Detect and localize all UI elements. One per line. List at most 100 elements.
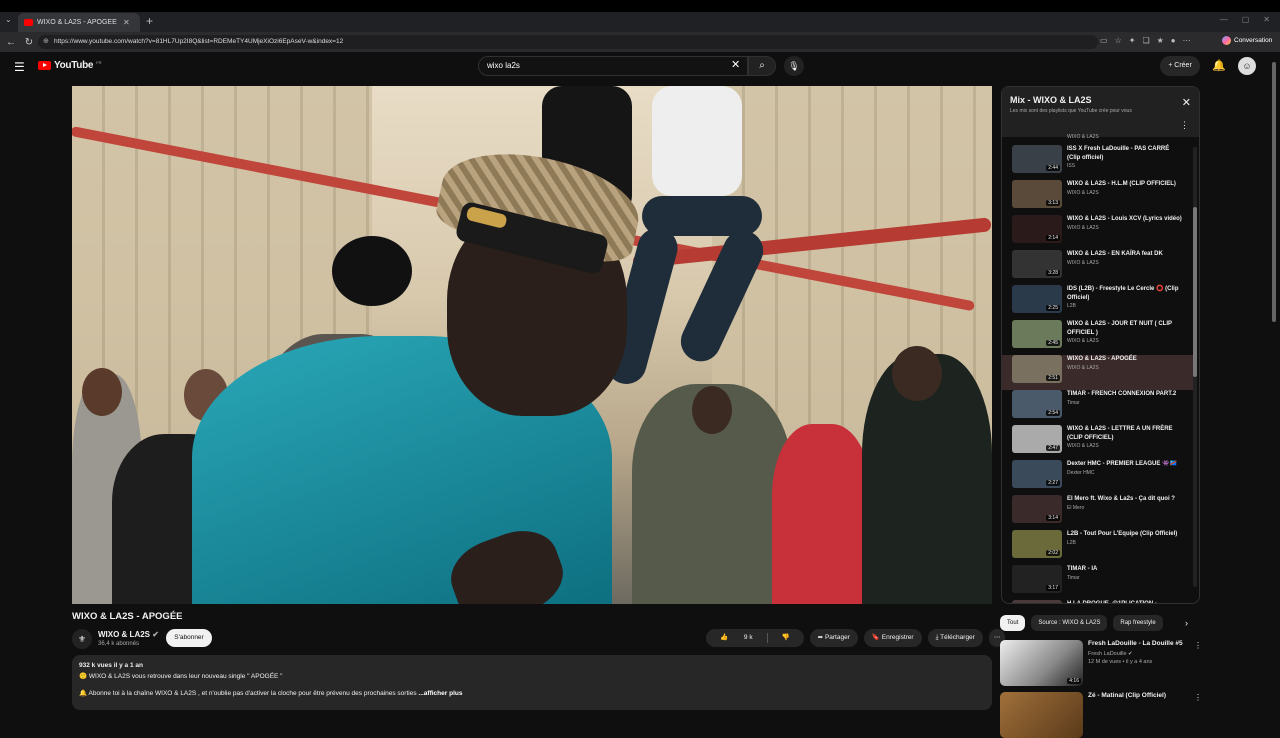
mix-item-thumbnail[interactable]: 2:27 <box>1012 460 1062 488</box>
minimize-icon[interactable]: — <box>1220 15 1228 24</box>
mix-item[interactable]: 3:17 TIMAR - IA Timar <box>1002 565 1194 600</box>
window-close-icon[interactable]: ✕ <box>1263 15 1270 24</box>
extension-icon[interactable]: ✦ <box>1129 36 1136 45</box>
tab-close-icon[interactable]: ✕ <box>123 18 130 27</box>
mix-item-title[interactable]: El Mero ft. Wixo & La2s - Ça dit quoi ? <box>1067 495 1182 504</box>
mix-item[interactable]: 3:13 WIXO & LA2S - H.L.M (CLIP OFFICIEL) W… <box>1002 180 1194 215</box>
filter-chip[interactable]: Source : WIXO & LA2S <box>1031 615 1108 631</box>
filter-chip[interactable]: Rap freestyle <box>1113 615 1163 631</box>
reload-icon[interactable]: ↻ <box>22 37 36 48</box>
filter-chip[interactable]: Tout <box>1000 615 1026 631</box>
mix-item-title[interactable]: WIXO & LA2S - Louis XCV (Lyrics vidéo) <box>1067 215 1182 224</box>
mix-item-title[interactable]: WIXO & LA2S - EN KAÏRA feat DK <box>1067 250 1182 259</box>
recommendation-title[interactable]: Fresh LaDouille - La Douille #5 <box>1088 640 1193 647</box>
subscribe-button[interactable]: S'abonner <box>166 629 212 647</box>
mix-item-title[interactable]: WIXO & LA2S - H.L.M (CLIP OFFICIEL) <box>1067 180 1182 189</box>
url-field[interactable]: ⊕ https://www.youtube.com/watch?v=81HL7U… <box>38 35 1098 49</box>
mix-item[interactable]: 3:14 El Mero ft. Wixo & La2s - Ça dit quo… <box>1002 495 1194 530</box>
like-button[interactable]: 👍 9 k <box>706 629 767 647</box>
mix-more-icon[interactable]: ⋮ <box>1180 120 1189 131</box>
recommendation-thumbnail[interactable]: 4:16 <box>1000 640 1083 686</box>
recommendation-more-icon[interactable]: ⋮ <box>1194 693 1202 702</box>
share-button[interactable]: ➦ Partager <box>809 629 858 647</box>
mix-item[interactable]: 2:14 WIXO & LA2S - Louis XCV (Lyrics vidé… <box>1002 215 1194 250</box>
mix-item-title[interactable]: Dexter HMC - PREMIER LEAGUE 👾🇨🇩 <box>1067 460 1182 469</box>
mix-item[interactable]: H.LA DROGUE, @1PLICATION - <box>1002 600 1194 603</box>
mix-item-title[interactable]: WIXO & LA2S - JOUR ET NUIT ( CLIP OFFICI… <box>1067 320 1182 337</box>
mic-button[interactable]: 🎙 <box>784 56 804 76</box>
mix-item-thumbnail[interactable]: 2:25 <box>1012 285 1062 313</box>
mix-item[interactable]: 3:28 WIXO & LA2S - EN KAÏRA feat DK WIXO &… <box>1002 250 1194 285</box>
mix-item-thumbnail[interactable]: 2:54 <box>1012 390 1062 418</box>
mix-item-thumbnail[interactable]: 3:13 <box>1012 180 1062 208</box>
mix-item-thumbnail[interactable]: 3:17 <box>1012 565 1062 593</box>
save-button[interactable]: 🔖 Enregistrer <box>863 629 922 647</box>
mix-item[interactable]: 2:47 WIXO & LA2S - LETTRE A UN FRÈRE (CLI… <box>1002 425 1194 460</box>
back-icon[interactable]: ← <box>4 37 18 48</box>
mix-item-title[interactable]: ISS X Fresh LaDouille - PAS CARRÉ (Clip … <box>1067 145 1182 162</box>
search-button[interactable]: ⌕ <box>748 56 776 76</box>
lock-icon[interactable]: ⊕ <box>43 35 49 49</box>
recommendation-item[interactable]: Zé - Matinal (Clip Officiel) <box>1000 692 1193 738</box>
mix-item-thumbnail[interactable]: 2:14 <box>1012 215 1062 243</box>
chevron-right-icon[interactable]: › <box>1185 618 1188 628</box>
channel-name[interactable]: WIXO & LA2S ✔ <box>98 630 159 639</box>
bell-icon[interactable]: 🔔 <box>1212 59 1226 72</box>
recommendation-thumbnail[interactable] <box>1000 692 1083 738</box>
reader-icon[interactable]: ▭ <box>1100 36 1108 45</box>
recommendation-item[interactable]: 4:16 Fresh LaDouille - La Douille #5 Fresh… <box>1000 640 1193 686</box>
browser-tab[interactable]: WIXO & LA2S - APOGÉE - You ✕ <box>18 13 140 32</box>
download-button[interactable]: ⤓ Télécharger <box>927 629 983 647</box>
mix-item[interactable]: 2:27 Dexter HMC - PREMIER LEAGUE 👾🇨🇩 Dexte… <box>1002 460 1194 495</box>
dislike-button[interactable]: 👎 <box>768 629 804 647</box>
mix-item-thumbnail[interactable]: 2:44 <box>1012 145 1062 173</box>
avatar[interactable]: ☺ <box>1238 57 1256 75</box>
maximize-icon[interactable]: ▢ <box>1242 15 1250 24</box>
mix-item-thumbnail[interactable]: 2:45 <box>1012 320 1062 348</box>
profile-icon[interactable]: ● <box>1171 36 1176 45</box>
favorite-icon[interactable]: ☆ <box>1115 36 1122 45</box>
recommendation-more-icon[interactable]: ⋮ <box>1194 641 1202 650</box>
conversation-button[interactable]: Conversation <box>1222 36 1272 45</box>
more-icon[interactable]: ⋯ <box>1183 36 1191 45</box>
collections-icon[interactable]: ❏ <box>1142 36 1149 45</box>
show-more-link[interactable]: ...afficher plus <box>418 690 462 697</box>
mix-item-title[interactable]: WIXO & LA2S - APOGÉE <box>1067 355 1182 364</box>
channel-avatar[interactable]: ⚜ <box>72 629 92 649</box>
mix-item-title[interactable]: L2B - Tout Pour L'Equipe (Clip Officiel) <box>1067 530 1182 539</box>
mix-item[interactable]: 2:45 WIXO & LA2S - JOUR ET NUIT ( CLIP OF… <box>1002 320 1194 355</box>
recommendation-title[interactable]: Zé - Matinal (Clip Officiel) <box>1088 692 1193 699</box>
mix-item-title[interactable]: TIMAR - FRENCH CONNEXION PART.2 <box>1067 390 1182 399</box>
thumbs-down-icon: 👎 <box>781 634 790 641</box>
new-tab-icon[interactable]: + <box>146 14 153 28</box>
mix-item[interactable]: 2:44 ISS X Fresh LaDouille - PAS CARRÉ (C… <box>1002 145 1194 180</box>
close-icon[interactable]: ✕ <box>1182 96 1191 109</box>
mix-item-thumbnail[interactable] <box>1012 600 1062 603</box>
mix-item[interactable]: 2:51 WIXO & LA2S - APOGÉE WIXO & LA2S <box>1002 355 1194 390</box>
tab-list-chevron-icon[interactable]: ⌄ <box>5 15 12 24</box>
description-box[interactable]: 932 k vues il y a 1 an 🙂 WIXO & LA2S vou… <box>72 655 992 710</box>
mix-item[interactable]: 2:54 TIMAR - FRENCH CONNEXION PART.2 Timar <box>1002 390 1194 425</box>
recommendation-channel[interactable]: Fresh LaDouille ✔ <box>1088 651 1193 657</box>
mix-scrollbar[interactable] <box>1193 147 1197 587</box>
mix-item-title[interactable]: WIXO & LA2S - LETTRE A UN FRÈRE (CLIP OF… <box>1067 425 1182 442</box>
hamburger-icon[interactable]: ☰ <box>14 60 25 74</box>
mix-item-title[interactable]: TIMAR - IA <box>1067 565 1182 574</box>
mix-item-thumbnail[interactable]: 2:47 <box>1012 425 1062 453</box>
mix-item-thumbnail[interactable]: 2:51 <box>1012 355 1062 383</box>
youtube-logo[interactable]: YouTube FR <box>38 60 102 71</box>
mix-item-title[interactable]: IDS (L2B) - Freestyle Le Cercle ⭕ (Clip … <box>1067 285 1182 302</box>
mix-item-thumbnail[interactable]: 3:28 <box>1012 250 1062 278</box>
mix-item[interactable]: 2:02 L2B - Tout Pour L'Equipe (Clip Offic… <box>1002 530 1194 565</box>
clear-search-icon[interactable]: ✕ <box>731 58 740 71</box>
page-scrollbar[interactable] <box>1272 52 1278 322</box>
video-player[interactable] <box>72 86 992 604</box>
favorites-bar-icon[interactable]: ★ <box>1157 36 1164 45</box>
mix-item[interactable]: 2:25 IDS (L2B) - Freestyle Le Cercle ⭕ (C… <box>1002 285 1194 320</box>
mix-playlist-panel: Mix - WIXO & LA2S Les mix sont des playl… <box>1001 86 1200 604</box>
create-button[interactable]: + Créer <box>1160 56 1200 76</box>
search-input[interactable]: wixo la2s <box>478 56 748 76</box>
mix-item-thumbnail[interactable]: 3:14 <box>1012 495 1062 523</box>
mix-item-title[interactable]: H.LA DROGUE, @1PLICATION - <box>1067 600 1182 603</box>
mix-item-thumbnail[interactable]: 2:02 <box>1012 530 1062 558</box>
